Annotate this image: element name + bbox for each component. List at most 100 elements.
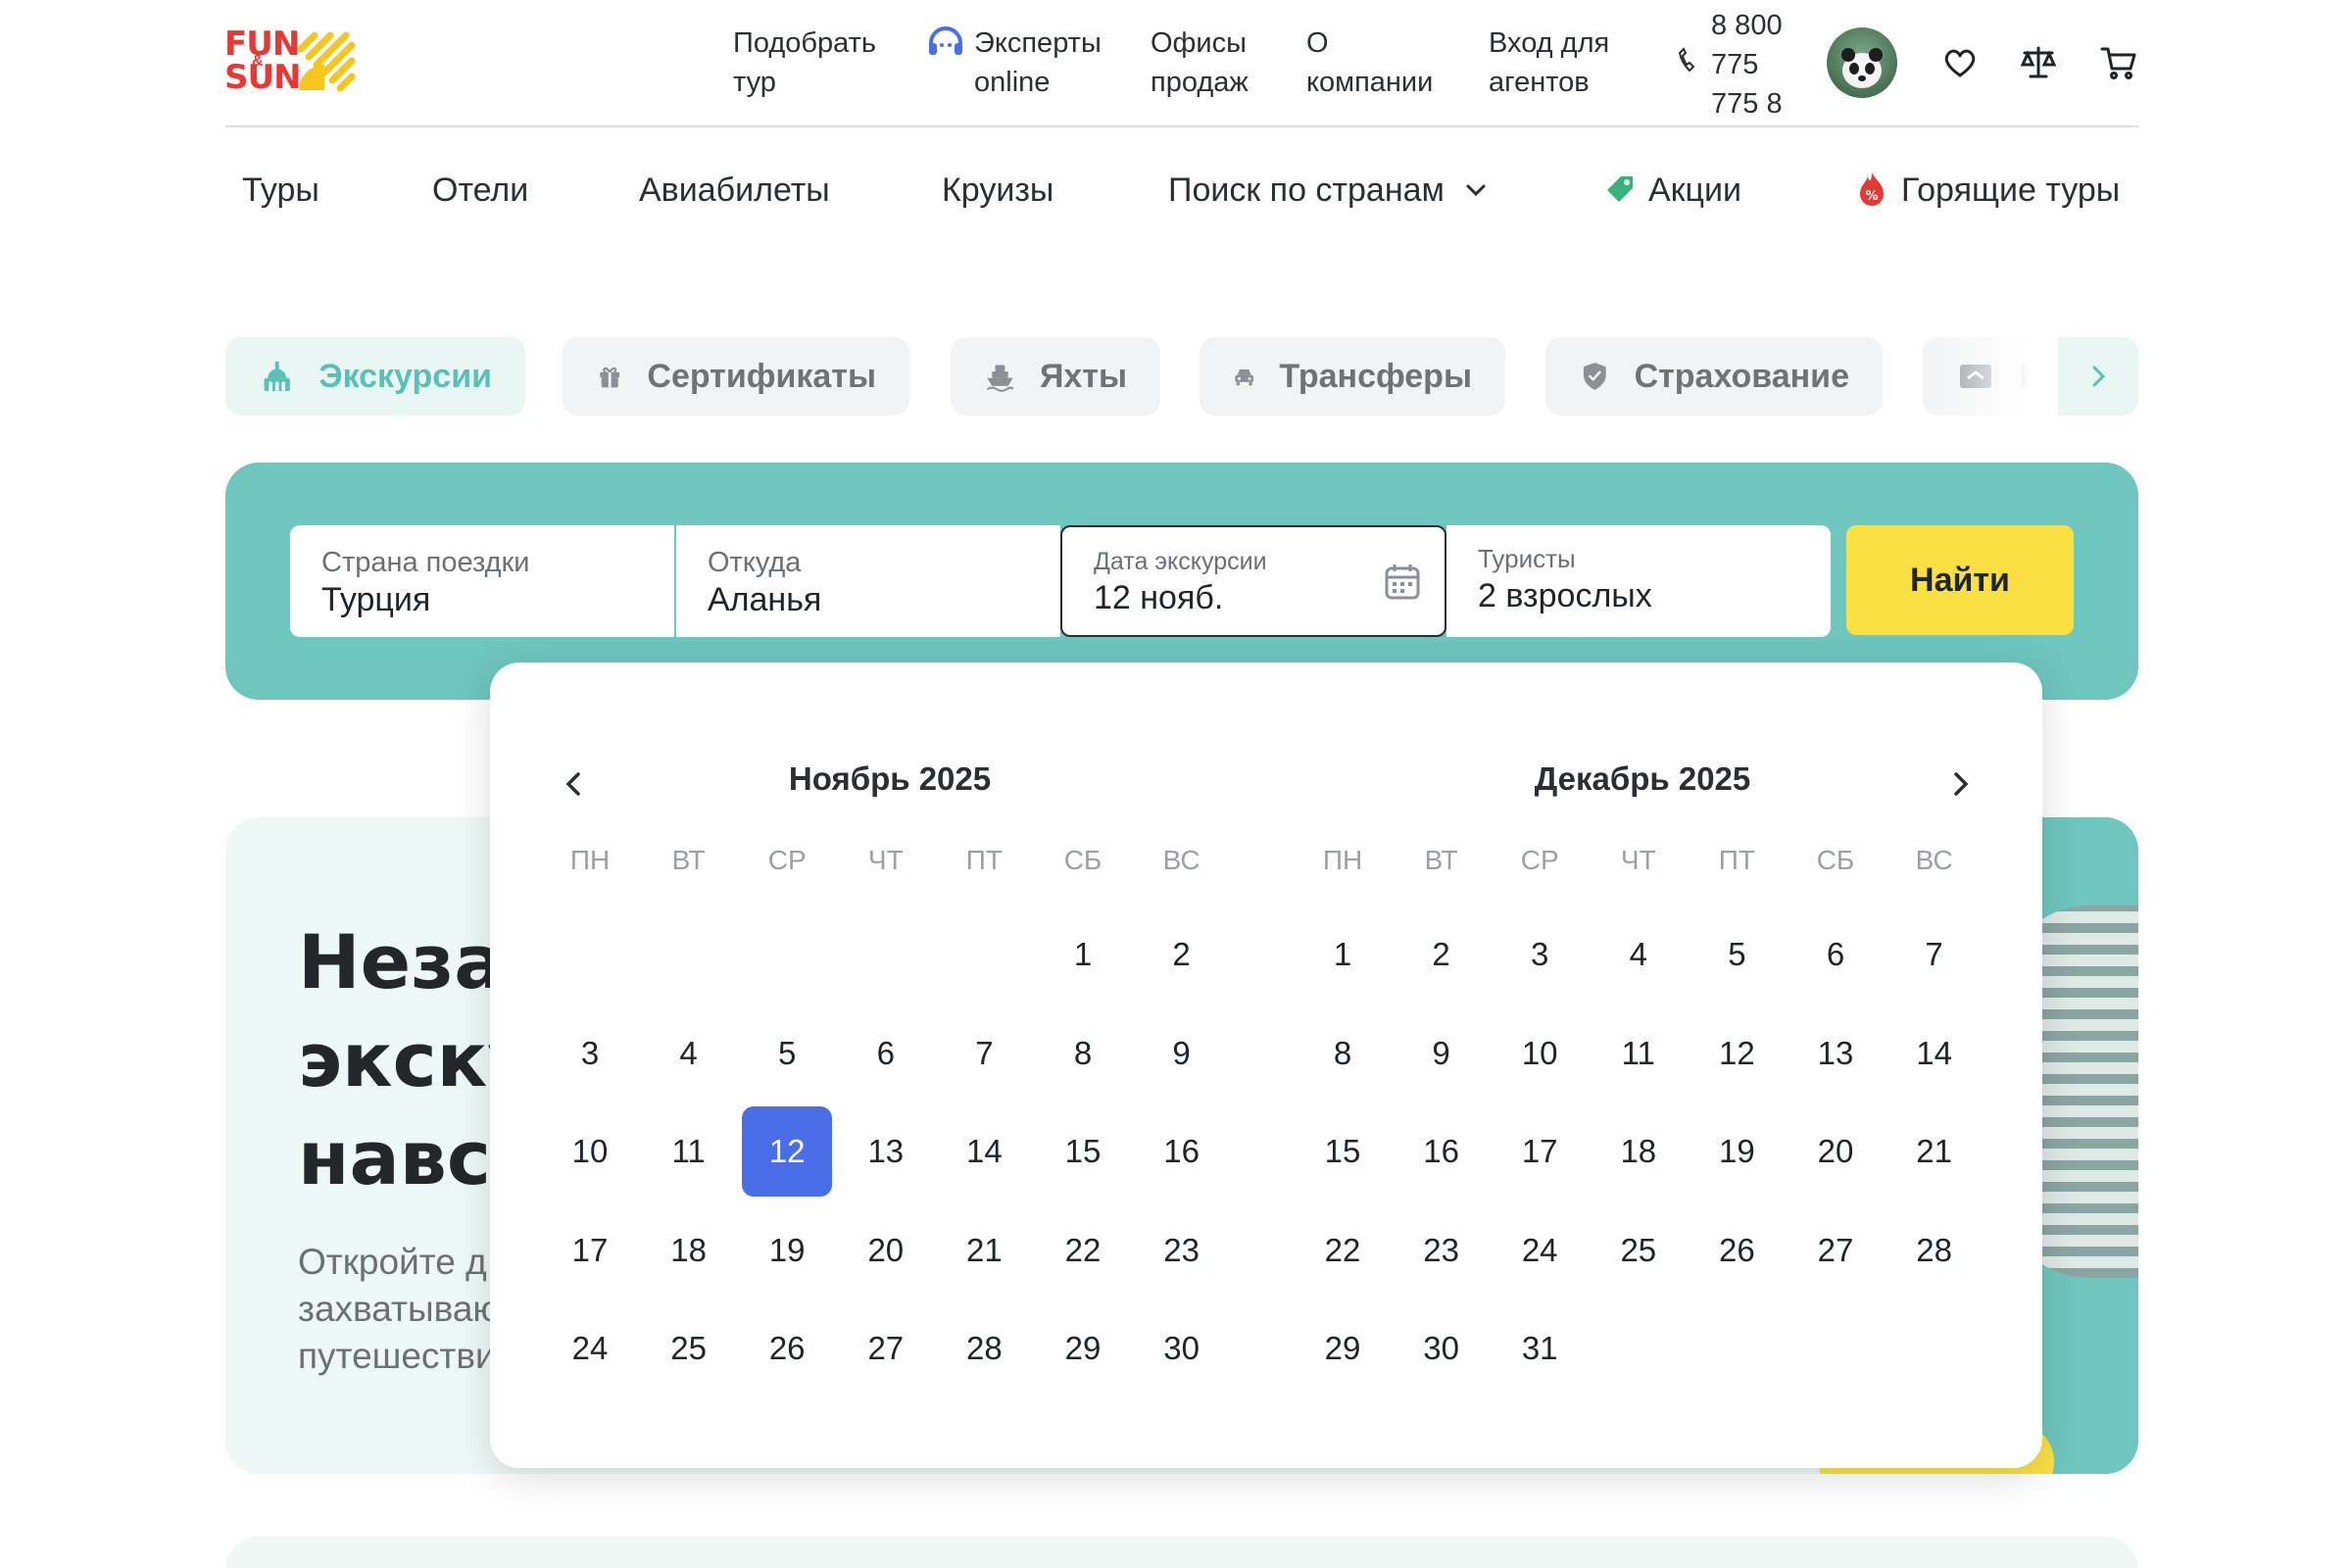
calendar-day[interactable]: 13: [841, 1106, 931, 1197]
calendar-day[interactable]: 18: [644, 1205, 734, 1296]
calendar-day[interactable]: 17: [1494, 1106, 1585, 1197]
calendar-day[interactable]: 25: [1593, 1205, 1684, 1296]
calendar-day[interactable]: 11: [644, 1106, 734, 1197]
calendar-day[interactable]: 1: [1298, 909, 1388, 1000]
calendar-day[interactable]: 11: [1593, 1008, 1684, 1099]
calendar-day[interactable]: 25: [644, 1303, 734, 1394]
calendar-day[interactable]: 3: [545, 1008, 635, 1099]
calendar-day[interactable]: 29: [1298, 1303, 1388, 1394]
user-avatar[interactable]: [1827, 27, 1897, 98]
phone-number[interactable]: 8 800 775 775 8: [1711, 6, 1809, 123]
calendar-day[interactable]: 26: [742, 1303, 832, 1394]
calendar-day[interactable]: 16: [1396, 1106, 1487, 1197]
calendar-day[interactable]: 14: [939, 1106, 1029, 1197]
country-field[interactable]: Страна поездки Турция: [290, 525, 674, 637]
calendar-day[interactable]: 5: [742, 1008, 832, 1099]
tab-yachts-label: Яхты: [1039, 357, 1127, 395]
calendar-day[interactable]: 21: [939, 1205, 1029, 1296]
calendar-day[interactable]: 6: [1790, 909, 1881, 1000]
nav-agents-login[interactable]: Вход для агентов: [1489, 24, 1609, 102]
tab-insurance[interactable]: Страхование: [1545, 337, 1883, 416]
calendar-day[interactable]: 8: [1038, 1008, 1128, 1099]
calendar-day[interactable]: 27: [841, 1303, 931, 1394]
calendar-day[interactable]: 5: [1691, 909, 1782, 1000]
nav-promo[interactable]: Акции: [1648, 169, 1741, 212]
phone-icon: [1678, 47, 1695, 73]
calendar-day[interactable]: 24: [545, 1303, 635, 1394]
calendar-day[interactable]: 14: [1889, 1008, 1980, 1099]
calendar-day[interactable]: 21: [1889, 1106, 1980, 1197]
nav-hot-tours[interactable]: Горящие туры: [1901, 169, 2120, 212]
calendar-day[interactable]: 13: [1790, 1008, 1881, 1099]
chips-next-button[interactable]: [2058, 337, 2138, 416]
nav-about[interactable]: О компании: [1306, 24, 1433, 102]
heart-icon[interactable]: [1940, 43, 1980, 82]
calendar-day[interactable]: 20: [841, 1205, 931, 1296]
find-button[interactable]: Найти: [1846, 525, 2074, 635]
calendar-day[interactable]: 26: [1691, 1205, 1782, 1296]
calendar-day[interactable]: 28: [939, 1303, 1029, 1394]
calendar-day[interactable]: 1: [1038, 909, 1128, 1000]
nav-hotels[interactable]: Отели: [432, 169, 528, 212]
calendar-day[interactable]: 9: [1396, 1008, 1487, 1099]
calendar-day[interactable]: 22: [1038, 1205, 1128, 1296]
nav-experts-online[interactable]: Эксперты online: [974, 24, 1102, 102]
calendar-day[interactable]: 17: [545, 1205, 635, 1296]
calendar-day[interactable]: 24: [1494, 1205, 1585, 1296]
calendar-day[interactable]: 22: [1298, 1205, 1388, 1296]
calendar-day[interactable]: 12: [1691, 1008, 1782, 1099]
tab-yachts[interactable]: Яхты: [951, 337, 1160, 416]
calendar-day[interactable]: 30: [1137, 1303, 1227, 1394]
date-field[interactable]: Дата экскурсии 12 нояб.: [1060, 525, 1446, 637]
chevron-down-icon[interactable]: [1462, 176, 1490, 204]
calendar-day[interactable]: 4: [644, 1008, 734, 1099]
calendar-day[interactable]: 15: [1038, 1106, 1128, 1197]
calendar-day[interactable]: 2: [1137, 909, 1227, 1000]
calendar-prev-button[interactable]: [555, 764, 594, 804]
calendar-day[interactable]: 6: [841, 1008, 931, 1099]
weekday-header: СБ: [1816, 845, 1855, 875]
fun-sun-logo[interactable]: FUN & SUN: [224, 27, 362, 98]
calendar-day[interactable]: 29: [1038, 1303, 1128, 1394]
calendar-day[interactable]: 3: [1494, 909, 1585, 1000]
nav-flights[interactable]: Авиабилеты: [639, 169, 830, 212]
calendar-day[interactable]: 7: [939, 1008, 1029, 1099]
shield-icon: [1583, 363, 1606, 390]
calendar-day[interactable]: 15: [1298, 1106, 1388, 1197]
calendar-day[interactable]: 9: [1137, 1008, 1227, 1099]
calendar-day[interactable]: 20: [1790, 1106, 1881, 1197]
tab-certificates[interactable]: Сертификаты: [563, 337, 909, 416]
calendar-day[interactable]: 10: [545, 1106, 635, 1197]
nav-country-search[interactable]: Поиск по странам: [1168, 169, 1445, 212]
nav-cruises[interactable]: Круизы: [942, 169, 1054, 212]
calendar-day[interactable]: 7: [1889, 909, 1980, 1000]
calendar-day[interactable]: 4: [1593, 909, 1684, 1000]
calendar-day[interactable]: 19: [742, 1205, 832, 1296]
calendar-next-button[interactable]: [1940, 764, 1980, 804]
nav-offices[interactable]: Офисы продаж: [1151, 24, 1249, 102]
calendar-day[interactable]: 28: [1889, 1205, 1980, 1296]
cart-icon[interactable]: [2099, 43, 2138, 82]
calendar-day[interactable]: 16: [1137, 1106, 1227, 1197]
tab-transfers[interactable]: Трансферы: [1200, 337, 1505, 416]
nav-tours[interactable]: Туры: [242, 169, 319, 212]
nav-pick-tour[interactable]: Подобрать тур: [733, 24, 876, 102]
chevron-left-icon: [565, 772, 580, 796]
calendar-day[interactable]: 31: [1494, 1303, 1585, 1394]
calendar-day[interactable]: 10: [1494, 1008, 1585, 1099]
calendar-day[interactable]: 19: [1691, 1106, 1782, 1197]
calendar-day-selected[interactable]: 12: [742, 1106, 833, 1197]
tab-insurance-label: Страхование: [1634, 357, 1849, 395]
calendar-day[interactable]: 30: [1396, 1303, 1487, 1394]
calendar-day[interactable]: 27: [1790, 1205, 1881, 1296]
tourists-field[interactable]: Туристы 2 взрослых: [1446, 525, 1831, 637]
calendar-day[interactable]: 23: [1137, 1205, 1227, 1296]
tab-excursions[interactable]: Экскурсии: [225, 337, 525, 416]
calendar-day[interactable]: 23: [1396, 1205, 1487, 1296]
calendar-day[interactable]: 18: [1593, 1106, 1684, 1197]
scales-icon[interactable]: [2019, 43, 2058, 82]
calendar-day[interactable]: 2: [1396, 909, 1487, 1000]
tourists-label: Туристы: [1478, 544, 1576, 573]
from-field[interactable]: Откуда Аланья: [676, 525, 1060, 637]
calendar-day[interactable]: 8: [1298, 1008, 1388, 1099]
